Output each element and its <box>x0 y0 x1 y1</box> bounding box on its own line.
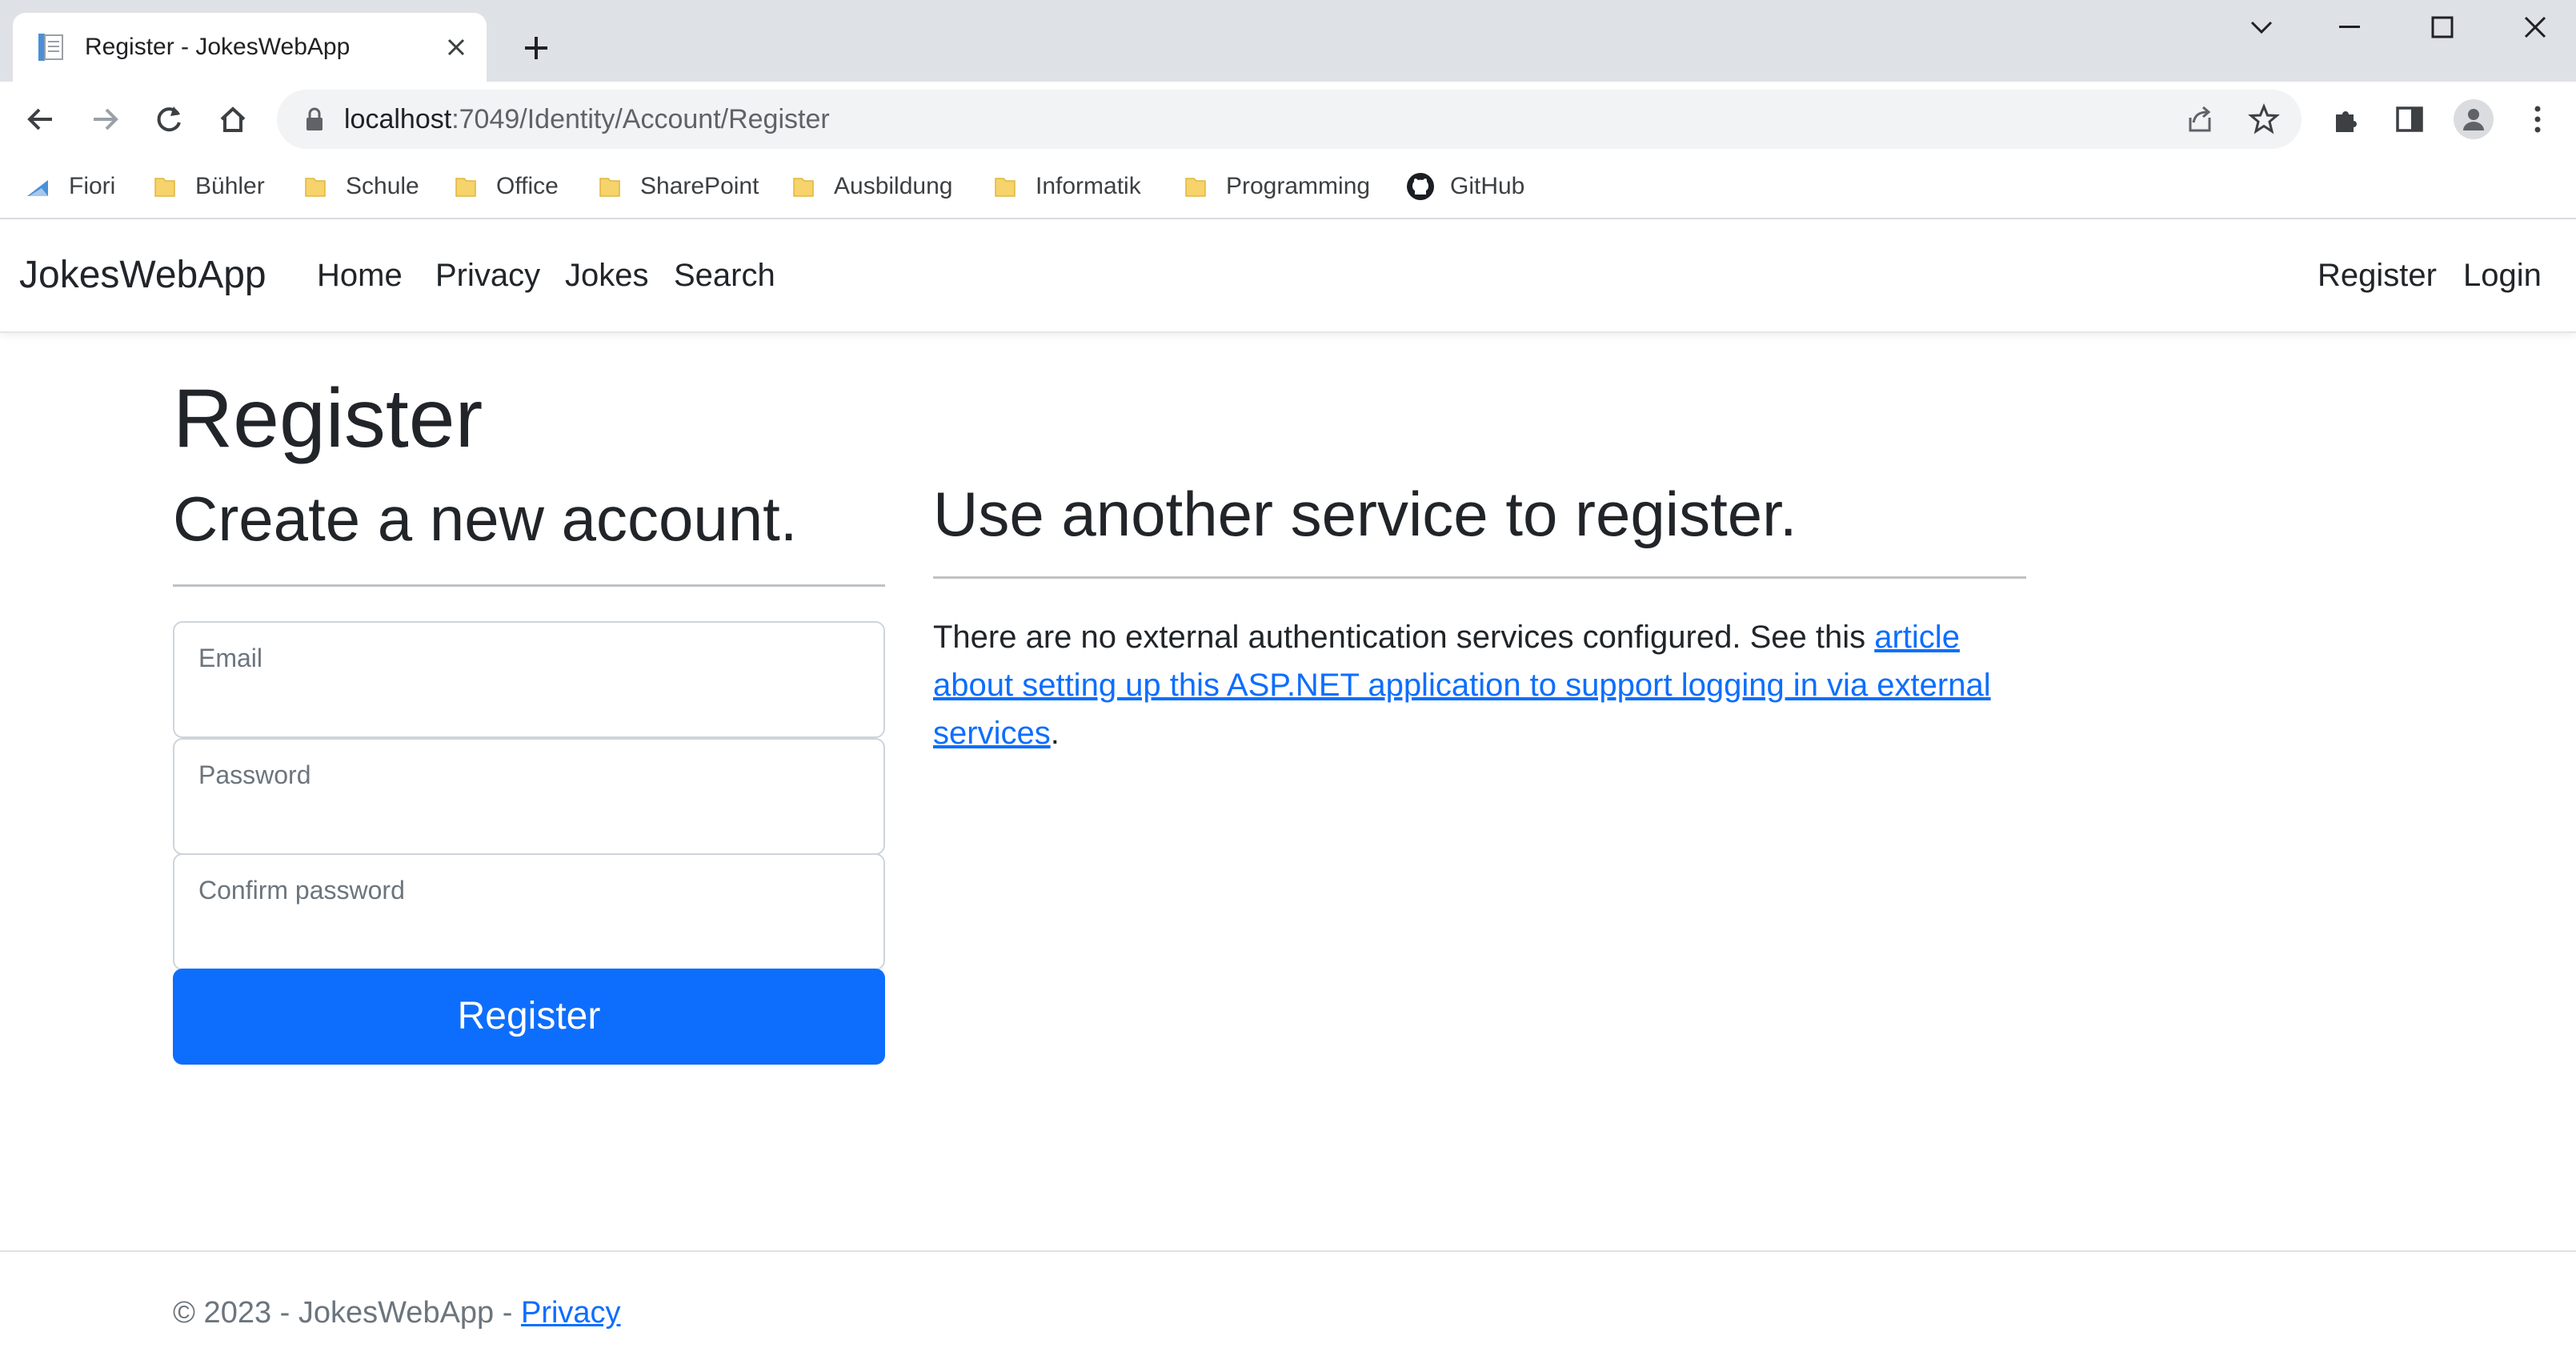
confirm-password-field[interactable]: Confirm password <box>173 853 885 970</box>
bookmark-folder-office[interactable]: Office <box>453 166 559 207</box>
email-label: Email <box>198 644 263 672</box>
bookmark-folder-schule[interactable]: Schule <box>302 166 419 207</box>
folder-icon <box>599 178 620 197</box>
bookmark-folder-programming[interactable]: Programming <box>1183 166 1370 207</box>
nav-link-register[interactable]: Register <box>2318 255 2437 296</box>
url-path: :7049/Identity/Account/Register <box>451 104 830 134</box>
browser-tab-strip: Register - JokesWebApp <box>0 0 2576 82</box>
form-divider <box>173 584 885 587</box>
bookmark-fiori[interactable]: Fiori <box>26 166 115 207</box>
bookmark-star-icon[interactable] <box>2247 102 2281 136</box>
confirm-password-label: Confirm password <box>198 876 405 905</box>
folder-icon <box>305 178 326 197</box>
bookmark-github[interactable]: GitHub <box>1405 166 1524 207</box>
password-label: Password <box>198 760 311 789</box>
home-icon[interactable] <box>213 99 253 139</box>
url-host: localhost <box>344 104 452 134</box>
extensions-icon[interactable] <box>2326 99 2366 139</box>
footer: © 2023 - JokesWebApp - Privacy <box>173 1292 621 1334</box>
email-field[interactable]: Email <box>173 621 885 738</box>
folder-icon <box>154 178 175 197</box>
tab-search-icon[interactable] <box>2237 11 2286 43</box>
close-tab-icon[interactable] <box>443 34 469 60</box>
address-bar[interactable]: localhost:7049/Identity/Account/Register <box>277 90 2302 149</box>
nav-link-home[interactable]: Home <box>317 255 403 296</box>
share-icon[interactable] <box>2183 102 2217 136</box>
profile-avatar-icon[interactable] <box>2454 99 2494 139</box>
bookmark-folder-buehler[interactable]: Bühler <box>152 166 265 207</box>
github-icon <box>1407 173 1434 200</box>
minimize-icon[interactable] <box>2326 11 2374 43</box>
nav-link-login[interactable]: Login <box>2463 255 2542 296</box>
form-heading: Create a new account. <box>173 483 798 554</box>
external-login-text: There are no external authentication ser… <box>933 620 1991 751</box>
back-icon[interactable] <box>21 99 61 139</box>
close-window-icon[interactable] <box>2511 11 2559 43</box>
browser-toolbar: localhost:7049/Identity/Account/Register <box>0 82 2576 157</box>
page-favicon-icon <box>38 34 63 61</box>
page-title: Register <box>173 372 483 465</box>
bookmark-folder-ausbildung[interactable]: Ausbildung <box>791 166 952 207</box>
nav-link-search[interactable]: Search <box>674 255 775 296</box>
lock-icon[interactable] <box>301 106 328 133</box>
menu-kebab-icon[interactable] <box>2518 99 2558 139</box>
password-field[interactable]: Password <box>173 738 885 855</box>
new-tab-icon[interactable] <box>520 32 552 64</box>
maximize-icon[interactable] <box>2418 11 2466 43</box>
folder-icon <box>793 178 814 197</box>
external-divider <box>933 576 2026 579</box>
browser-tab[interactable]: Register - JokesWebApp <box>13 13 487 82</box>
nav-link-jokes[interactable]: Jokes <box>565 255 649 296</box>
bookmark-folder-informatik[interactable]: Informatik <box>992 166 1141 207</box>
nav-link-privacy[interactable]: Privacy <box>435 255 540 296</box>
register-submit-button[interactable]: Register <box>173 969 885 1065</box>
side-panel-icon[interactable] <box>2390 99 2430 139</box>
fiori-icon <box>27 180 48 196</box>
footer-privacy-link[interactable]: Privacy <box>521 1296 621 1330</box>
footer-copyright: © 2023 - JokesWebApp - <box>173 1296 521 1330</box>
folder-icon <box>1185 178 1206 197</box>
reload-icon[interactable] <box>149 99 189 139</box>
folder-icon <box>455 178 476 197</box>
tab-title: Register - JokesWebApp <box>85 34 351 60</box>
bookmark-folder-sharepoint[interactable]: SharePoint <box>597 166 759 207</box>
footer-divider <box>0 1250 2576 1252</box>
folder-icon <box>995 178 1016 197</box>
forward-icon[interactable] <box>85 99 125 139</box>
bookmarks-bar: Fiori Bühler Schule Office SharePoint Au… <box>0 157 2576 219</box>
url-text[interactable]: localhost:7049/Identity/Account/Register <box>344 102 830 136</box>
external-login-heading: Use another service to register. <box>933 479 1797 549</box>
navbar-brand[interactable]: JokesWebApp <box>19 251 266 299</box>
site-navbar: JokesWebApp Home Privacy Jokes Search Re… <box>0 219 2576 333</box>
